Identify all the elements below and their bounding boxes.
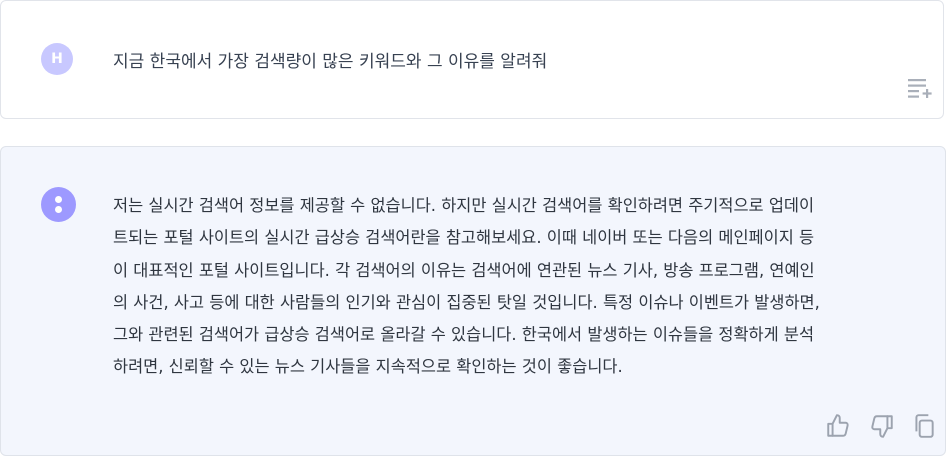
assistant-message-line: 의 사건, 사고 등에 대한 사람들의 인기와 관심이 집중된 탓일 것입니다.… [113, 292, 820, 312]
user-message-text: 지금 한국에서 가장 검색량이 많은 키워드와 그 이유를 알려줘 [113, 52, 548, 72]
copy-icon[interactable] [911, 413, 937, 439]
thumb-down-icon[interactable] [869, 413, 895, 439]
thumb-up-icon[interactable] [825, 413, 851, 439]
user-avatar: H [41, 43, 73, 75]
assistant-message-text: 저는 실시간 검색어 정보를 제공할 수 없습니다. 하지만 실시간 검색어를 … [113, 190, 913, 384]
user-avatar-letter: H [51, 51, 63, 67]
assistant-avatar [41, 187, 76, 222]
assistant-message-line: 이 대표적인 포털 사이트입니다. 각 검색어의 이유는 검색어에 연관된 뉴스… [113, 260, 815, 280]
assistant-message-line: 그와 관련된 검색어가 급상승 검색어로 올라갈 수 있습니다. 한국에서 발생… [113, 325, 815, 345]
assistant-message-line: 저는 실시간 검색어 정보를 제공할 수 없습니다. 하지만 실시간 검색어를 … [113, 196, 815, 215]
playlist-add-icon[interactable] [907, 77, 933, 99]
assistant-avatar-dot-bottom [55, 206, 62, 213]
assistant-avatar-dot-top [55, 196, 62, 203]
user-message-card: H 지금 한국에서 가장 검색량이 많은 키워드와 그 이유를 알려줘 [0, 0, 944, 119]
assistant-message-line: 트되는 포털 사이트의 실시간 급상승 검색어란을 참고해보세요. 이때 네이버… [113, 228, 815, 248]
assistant-message-line: 하려면, 신뢰할 수 있는 뉴스 기사들을 지속적으로 확인하는 것이 좋습니다… [113, 357, 623, 377]
assistant-message-card: 저는 실시간 검색어 정보를 제공할 수 없습니다. 하지만 실시간 검색어를 … [0, 146, 946, 456]
